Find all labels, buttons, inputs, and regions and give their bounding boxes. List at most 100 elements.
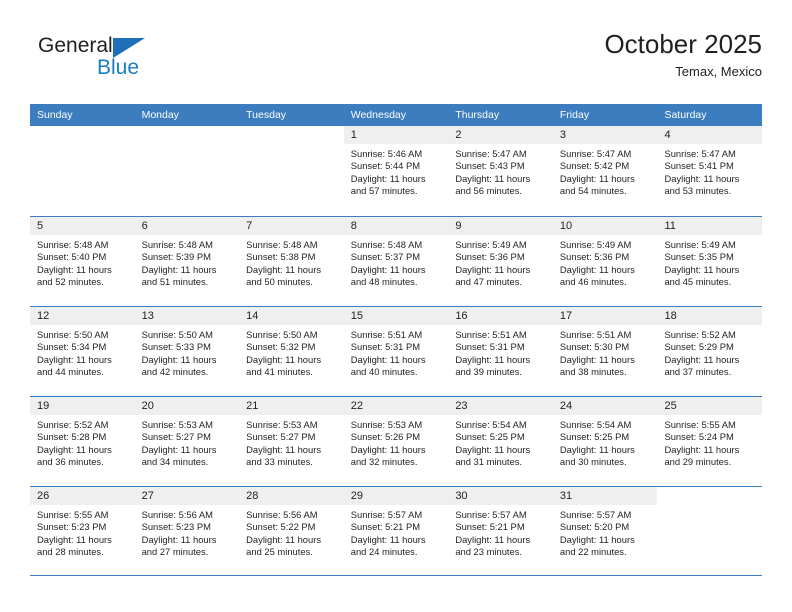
daylight-text-line1: Daylight: 11 hours bbox=[246, 263, 322, 275]
sunrise-text: Sunrise: 5:57 AM bbox=[559, 509, 632, 520]
day-cell[interactable]: 7 Sunrise: 5:48 AM Sunset: 5:38 PM Daylight… bbox=[239, 217, 344, 306]
day-cell[interactable]: 21 Sunrise: 5:53 AM Sunset: 5:27 PM Dayligh… bbox=[239, 397, 344, 486]
daylight-text-line1: Daylight: 11 hours bbox=[37, 443, 112, 455]
day-number-band: 18 bbox=[657, 307, 763, 325]
day-cell[interactable]: 11 Sunrise: 5:49 AM Sunset: 5:35 PM Dayligh… bbox=[657, 217, 763, 306]
day-cell[interactable]: 9 Sunrise: 5:49 AM Sunset: 5:36 PM Daylight… bbox=[448, 217, 553, 306]
daylight-text-line1: Daylight: 11 hours bbox=[141, 533, 217, 545]
sunset-text: Sunset: 5:40 PM bbox=[37, 251, 107, 263]
day-number: 10 bbox=[559, 220, 573, 232]
day-number: 26 bbox=[37, 490, 50, 502]
sunset-text: Sunset: 5:31 PM bbox=[350, 341, 421, 353]
day-sun-info: Sunrise: 5:53 AM Sunset: 5:27 PM Daylight:… bbox=[135, 415, 240, 469]
day-cell[interactable]: 20 Sunrise: 5:53 AM Sunset: 5:27 PM Dayligh… bbox=[134, 397, 240, 486]
day-cell[interactable]: 29 Sunrise: 5:57 AM Sunset: 5:21 PM Dayligh… bbox=[343, 487, 449, 575]
day-number-band: 29 bbox=[343, 487, 449, 505]
day-cell[interactable]: 25 Sunrise: 5:55 AM Sunset: 5:24 PM Dayligh… bbox=[657, 397, 763, 486]
daylight-text-line2: and 57 minutes. bbox=[350, 185, 418, 197]
day-sun-info: Sunrise: 5:49 AM Sunset: 5:35 PM Daylight:… bbox=[657, 235, 762, 289]
day-cell[interactable]: 18 Sunrise: 5:52 AM Sunset: 5:29 PM Dayligh… bbox=[657, 307, 763, 396]
day-cell[interactable]: 16 Sunrise: 5:51 AM Sunset: 5:31 PM Dayligh… bbox=[448, 307, 553, 396]
day-cell[interactable]: 26 Sunrise: 5:55 AM Sunset: 5:23 PM Dayligh… bbox=[30, 487, 135, 575]
daylight-text-line2: and 41 minutes. bbox=[246, 366, 313, 378]
day-sun-info: Sunrise: 5:47 AM Sunset: 5:43 PM Daylight:… bbox=[448, 144, 553, 198]
daylight-text-line1: Daylight: 11 hours bbox=[350, 172, 426, 184]
day-cell[interactable]: 1 Sunrise: 5:46 AM Sunset: 5:44 PM Daylight… bbox=[343, 126, 449, 216]
day-number: 23 bbox=[455, 400, 468, 412]
sunset-text: Sunset: 5:22 PM bbox=[246, 521, 316, 533]
day-cell[interactable]: 12 Sunrise: 5:50 AM Sunset: 5:34 PM Dayligh… bbox=[30, 307, 135, 396]
sunset-text: Sunset: 5:43 PM bbox=[455, 160, 525, 172]
daylight-text-line2: and 51 minutes. bbox=[141, 276, 209, 288]
day-cell[interactable]: 14 Sunrise: 5:50 AM Sunset: 5:32 PM Dayligh… bbox=[239, 307, 344, 396]
day-sun-info: Sunrise: 5:57 AM Sunset: 5:21 PM Daylight:… bbox=[344, 505, 449, 559]
day-cell[interactable]: 19 Sunrise: 5:52 AM Sunset: 5:28 PM Dayligh… bbox=[30, 397, 135, 486]
day-number-band: 16 bbox=[448, 307, 553, 325]
day-number-band: 8 bbox=[343, 217, 449, 235]
day-sun-info: Sunrise: 5:51 AM Sunset: 5:31 PM Daylight:… bbox=[448, 325, 553, 379]
day-number: 20 bbox=[141, 400, 154, 412]
calendar-week-row: 19 Sunrise: 5:52 AM Sunset: 5:28 PM Dayligh… bbox=[30, 396, 763, 486]
day-cell[interactable]: 10 Sunrise: 5:49 AM Sunset: 5:36 PM Dayligh… bbox=[552, 217, 658, 306]
sunrise-text: Sunrise: 5:53 AM bbox=[246, 419, 318, 430]
day-number: 2 bbox=[455, 129, 462, 141]
day-number-band: 7 bbox=[239, 217, 344, 235]
sunrise-text: Sunrise: 5:49 AM bbox=[455, 239, 527, 250]
sunrise-text: Sunrise: 5:55 AM bbox=[37, 509, 109, 520]
daylight-text-line1: Daylight: 11 hours bbox=[37, 353, 112, 365]
day-cell[interactable]: 24 Sunrise: 5:54 AM Sunset: 5:25 PM Dayligh… bbox=[552, 397, 658, 486]
day-cell[interactable]: 2 Sunrise: 5:47 AM Sunset: 5:43 PM Daylight… bbox=[448, 126, 553, 216]
daylight-text-line2: and 33 minutes. bbox=[246, 456, 313, 468]
day-number: 29 bbox=[350, 490, 363, 502]
day-number-band: 6 bbox=[134, 217, 240, 235]
daylight-text-line1: Daylight: 11 hours bbox=[559, 533, 635, 545]
calendar-week-row: 5 Sunrise: 5:48 AM Sunset: 5:40 PM Daylight… bbox=[30, 216, 763, 306]
sunset-text: Sunset: 5:25 PM bbox=[455, 431, 525, 443]
daylight-text-line1: Daylight: 11 hours bbox=[350, 263, 426, 275]
sunset-text: Sunset: 5:20 PM bbox=[559, 521, 630, 533]
day-cell[interactable]: 4 Sunrise: 5:47 AM Sunset: 5:41 PM Daylight… bbox=[657, 126, 763, 216]
day-number-band: 17 bbox=[552, 307, 658, 325]
daylight-text-line1: Daylight: 11 hours bbox=[559, 263, 635, 275]
day-cell[interactable]: 31 Sunrise: 5:57 AM Sunset: 5:20 PM Dayligh… bbox=[552, 487, 658, 575]
day-number-band: 9 bbox=[448, 217, 553, 235]
triangle-icon bbox=[113, 38, 145, 58]
day-cell[interactable]: 13 Sunrise: 5:50 AM Sunset: 5:33 PM Dayligh… bbox=[134, 307, 240, 396]
day-cell[interactable]: 17 Sunrise: 5:51 AM Sunset: 5:30 PM Dayligh… bbox=[552, 307, 658, 396]
sunrise-text: Sunrise: 5:57 AM bbox=[455, 509, 527, 520]
daylight-text-line2: and 40 minutes. bbox=[350, 366, 418, 378]
sunset-text: Sunset: 5:26 PM bbox=[350, 431, 421, 443]
day-number-band: 19 bbox=[30, 397, 135, 415]
day-cell[interactable]: 8 Sunrise: 5:48 AM Sunset: 5:37 PM Daylight… bbox=[343, 217, 449, 306]
day-number-band bbox=[30, 126, 135, 144]
day-cell[interactable]: 30 Sunrise: 5:57 AM Sunset: 5:21 PM Dayligh… bbox=[448, 487, 553, 575]
sunset-text: Sunset: 5:25 PM bbox=[559, 431, 630, 443]
sunrise-text: Sunrise: 5:53 AM bbox=[141, 419, 213, 430]
sunset-text: Sunset: 5:36 PM bbox=[559, 251, 630, 263]
weekday-header-row: Sunday Monday Tuesday Wednesday Thursday Frid… bbox=[30, 104, 762, 126]
day-cell[interactable]: 3 Sunrise: 5:47 AM Sunset: 5:42 PM Daylight… bbox=[552, 126, 658, 216]
day-number: 7 bbox=[246, 220, 253, 232]
day-cell[interactable]: 5 Sunrise: 5:48 AM Sunset: 5:40 PM Daylight… bbox=[30, 217, 135, 306]
day-cell[interactable]: 22 Sunrise: 5:53 AM Sunset: 5:26 PM Dayligh… bbox=[343, 397, 449, 486]
daylight-text-line2: and 48 minutes. bbox=[350, 276, 418, 288]
sunrise-text: Sunrise: 5:56 AM bbox=[246, 509, 318, 520]
day-number-band: 2 bbox=[448, 126, 553, 144]
day-number-band: 27 bbox=[134, 487, 240, 505]
day-sun-info: Sunrise: 5:56 AM Sunset: 5:23 PM Daylight:… bbox=[135, 505, 240, 559]
day-sun-info: Sunrise: 5:54 AM Sunset: 5:25 PM Daylight:… bbox=[553, 415, 658, 469]
general-blue-logo[interactable]: General Blue bbox=[38, 34, 218, 92]
day-number: 12 bbox=[37, 310, 50, 322]
daylight-text-line1: Daylight: 11 hours bbox=[664, 443, 740, 455]
day-number: 21 bbox=[246, 400, 259, 412]
day-number: 5 bbox=[37, 220, 44, 232]
day-cell[interactable]: 6 Sunrise: 5:48 AM Sunset: 5:39 PM Daylight… bbox=[134, 217, 240, 306]
calendar-week-row: 12 Sunrise: 5:50 AM Sunset: 5:34 PM Dayligh… bbox=[30, 306, 763, 396]
day-cell[interactable]: 23 Sunrise: 5:54 AM Sunset: 5:25 PM Dayligh… bbox=[448, 397, 553, 486]
day-sun-info: Sunrise: 5:53 AM Sunset: 5:26 PM Daylight:… bbox=[344, 415, 449, 469]
day-cell[interactable]: 27 Sunrise: 5:56 AM Sunset: 5:23 PM Dayligh… bbox=[134, 487, 240, 575]
day-cell[interactable]: 28 Sunrise: 5:56 AM Sunset: 5:22 PM Dayligh… bbox=[239, 487, 344, 575]
daylight-text-line2: and 53 minutes. bbox=[664, 185, 732, 197]
day-cell[interactable]: 15 Sunrise: 5:51 AM Sunset: 5:31 PM Dayligh… bbox=[343, 307, 449, 396]
daylight-text-line2: and 27 minutes. bbox=[141, 546, 209, 558]
